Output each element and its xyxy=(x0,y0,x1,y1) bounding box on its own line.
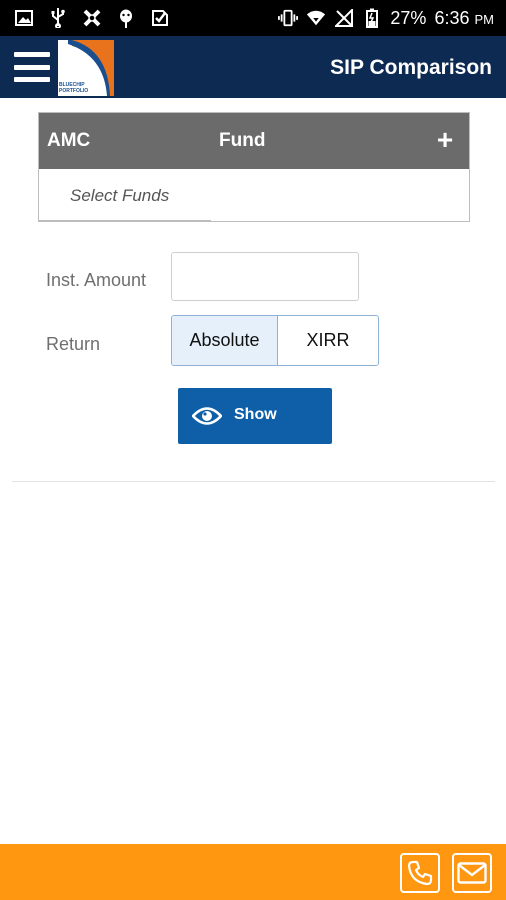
show-button[interactable]: Show xyxy=(178,388,332,444)
page-title: SIP Comparison xyxy=(330,56,492,79)
clock: 6:36 PM xyxy=(434,8,494,29)
status-bar: 27% 6:36 PM xyxy=(0,0,506,36)
app-bar: BLUECHIP PORTFOLIO SIP Comparison xyxy=(0,36,506,98)
mail-icon xyxy=(457,862,487,884)
column-header-fund: Fund xyxy=(219,130,266,151)
battery-icon xyxy=(362,8,382,28)
select-funds-field[interactable]: Select Funds xyxy=(39,169,211,221)
vibrate-icon xyxy=(278,8,299,28)
email-button[interactable] xyxy=(452,853,492,893)
status-bar-system: 27% 6:36 PM xyxy=(278,8,506,29)
menu-icon-line xyxy=(14,52,50,57)
select-funds-placeholder: Select Funds xyxy=(70,186,170,205)
funds-table-header: AMC Fund + xyxy=(39,113,469,169)
return-option-absolute[interactable]: Absolute xyxy=(172,316,278,365)
column-header-amc: AMC xyxy=(47,130,91,151)
menu-icon-line xyxy=(14,64,50,70)
inst-amount-label: Inst. Amount xyxy=(46,270,147,290)
usb-icon xyxy=(48,8,68,28)
cross-icon xyxy=(82,8,102,28)
inst-amount-input[interactable] xyxy=(171,252,359,301)
menu-icon-line xyxy=(14,77,50,82)
clock-time: 6:36 xyxy=(434,7,470,28)
return-type-toggle: Absolute XIRR xyxy=(171,315,379,366)
return-option-xirr[interactable]: XIRR xyxy=(278,316,378,365)
clock-ampm: PM xyxy=(474,11,495,27)
checkmark-badge-icon xyxy=(150,8,170,28)
status-bar-notifications xyxy=(0,8,170,28)
app-logo: BLUECHIP PORTFOLIO xyxy=(58,40,114,96)
logo-text-line2: PORTFOLIO xyxy=(59,88,89,94)
funds-table: AMC Fund + Select Funds xyxy=(38,112,470,222)
call-button[interactable] xyxy=(400,853,440,893)
add-fund-button[interactable]: + xyxy=(433,125,457,155)
wifi-icon xyxy=(306,8,326,28)
show-button-label: Show xyxy=(234,406,277,423)
phone-icon xyxy=(407,860,433,886)
bottom-action-bar xyxy=(0,844,506,900)
debug-icon xyxy=(116,8,136,28)
battery-percent: 27% xyxy=(390,7,427,28)
divider xyxy=(12,481,495,482)
logo-text: BLUECHIP PORTFOLIO xyxy=(59,82,88,94)
menu-icon[interactable] xyxy=(14,50,50,84)
eye-icon xyxy=(192,407,222,425)
no-sim-icon xyxy=(334,8,354,28)
image-icon xyxy=(14,8,34,28)
return-label: Return xyxy=(46,334,101,354)
